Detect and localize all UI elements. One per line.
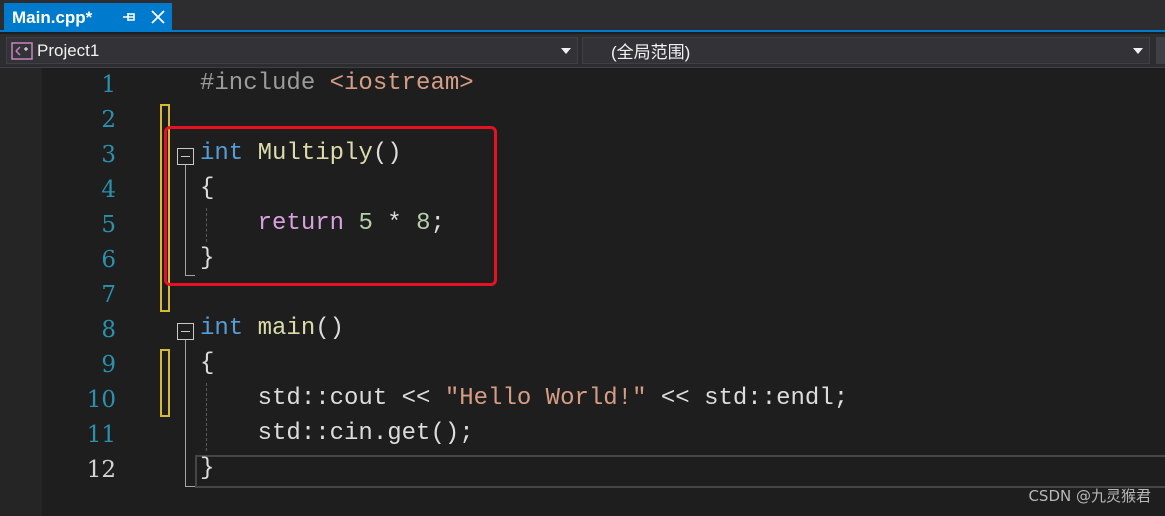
line-number: 7 <box>101 282 116 308</box>
collapse-toggle[interactable] <box>177 323 194 340</box>
code-line-12: } <box>200 455 215 482</box>
code-editor[interactable]: 1 2 3 4 5 6 7 8 9 10 11 12 #include <ios… <box>0 68 1165 516</box>
line-number: 11 <box>86 422 116 448</box>
fold-guide-end <box>185 486 195 487</box>
glyph-margin <box>0 68 42 516</box>
tab-title: Main.cpp* <box>12 7 93 27</box>
line-number: 5 <box>101 212 116 238</box>
current-line-highlight <box>195 455 1165 488</box>
line-number: 4 <box>101 177 116 203</box>
code-line-11: std::cin.get(); <box>257 420 474 447</box>
pin-icon[interactable] <box>122 9 136 25</box>
fold-guide <box>185 340 186 486</box>
active-line-number: 12 <box>86 457 116 483</box>
code-line-9: { <box>200 350 215 377</box>
code-line-8: int main() <box>200 315 345 342</box>
scope-dropdown[interactable]: (全局范围) <box>582 37 1150 64</box>
chevron-down-icon <box>561 48 571 54</box>
change-indicator <box>160 349 170 417</box>
tab-main-cpp[interactable]: Main.cpp* <box>4 3 172 32</box>
project-icon <box>11 41 33 60</box>
code-line-1: #include <iostream> <box>200 70 474 97</box>
code-line-10: std::cout << "Hello World!" << std::endl… <box>257 385 849 412</box>
scope-label: (全局范围) <box>611 43 691 62</box>
line-number: 1 <box>101 72 116 98</box>
member-dropdown-edge[interactable] <box>1156 37 1165 64</box>
line-number: 2 <box>101 107 116 133</box>
annotation-highlight-box <box>164 126 497 286</box>
chevron-down-icon <box>1133 48 1143 54</box>
tab-strip: Main.cpp* <box>0 0 1165 32</box>
navigation-bar: Project1 (全局范围) <box>0 34 1165 68</box>
watermark: CSDN @九灵猴君 <box>1028 487 1151 505</box>
line-number: 8 <box>101 317 116 343</box>
line-number: 3 <box>101 142 116 168</box>
project-label: Project1 <box>37 40 100 60</box>
line-number: 6 <box>101 247 116 273</box>
project-dropdown[interactable]: Project1 <box>6 37 578 64</box>
line-number: 9 <box>101 352 116 378</box>
line-number: 10 <box>86 387 116 413</box>
close-icon[interactable] <box>150 8 166 26</box>
